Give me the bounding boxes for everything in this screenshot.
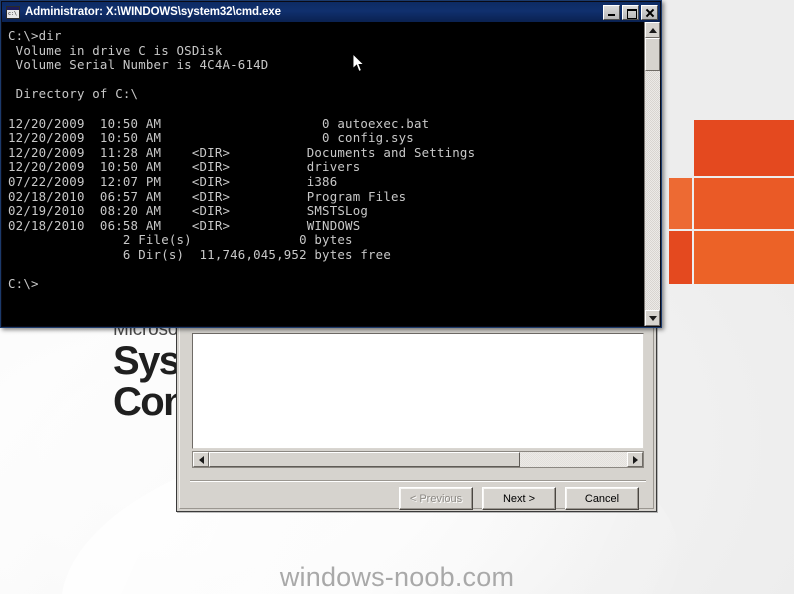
arrow-down-icon [648,315,657,321]
scroll-up-button[interactable] [645,22,660,38]
orange-tile-bottom [694,231,794,284]
wizard-horizontal-scrollbar[interactable] [192,451,644,468]
maximize-button[interactable] [622,4,639,20]
site-watermark: windows-noob.com [279,562,515,592]
console-titlebar[interactable]: Administrator: X:\WINDOWS\system32\cmd.e… [2,2,660,22]
orange-tile-middle [694,178,794,229]
configmgr-wizard-dialog[interactable]: < Previous Next > Cancel [176,324,657,512]
previous-button[interactable]: < Previous [399,487,473,510]
minimize-button[interactable] [603,4,620,20]
scroll-down-button[interactable] [645,310,660,326]
orange-tile-top [694,120,794,176]
arrow-left-icon [198,455,204,464]
window-controls [603,4,658,20]
dialog-inner-frame: < Previous Next > Cancel [179,327,654,510]
dialog-separator [190,480,646,482]
cancel-button[interactable]: Cancel [565,487,639,510]
brand-tile-group [661,56,794,346]
command-prompt-window[interactable]: Administrator: X:\WINDOWS\system32\cmd.e… [0,0,662,328]
horizontal-scroll-track[interactable] [209,452,627,467]
console-vertical-scrollbar[interactable] [644,22,660,326]
horizontal-scroll-thumb[interactable] [209,452,521,467]
scroll-left-button[interactable] [193,452,209,467]
console-output[interactable]: C:\>dir Volume in drive C is OSDisk Volu… [2,22,644,326]
scroll-right-button[interactable] [627,452,643,467]
next-button[interactable]: Next > [482,487,556,510]
screen: Microsoft Sys Con windows-noob.com < Pre [0,0,794,594]
arrow-up-icon [648,27,657,33]
scroll-thumb[interactable] [645,38,660,71]
arrow-right-icon [632,455,638,464]
console-window-title: Administrator: X:\WINDOWS\system32\cmd.e… [25,6,281,18]
orange-tile-left-bottom [669,231,692,284]
wizard-content-pane[interactable] [192,333,644,449]
vertical-scroll-track[interactable] [645,71,660,310]
orange-tile-left-middle [669,178,692,229]
dialog-button-row: < Previous Next > Cancel [180,487,639,510]
console-body: C:\>dir Volume in drive C is OSDisk Volu… [2,22,660,326]
close-button[interactable] [641,4,658,20]
cmd-console-icon [6,5,20,19]
